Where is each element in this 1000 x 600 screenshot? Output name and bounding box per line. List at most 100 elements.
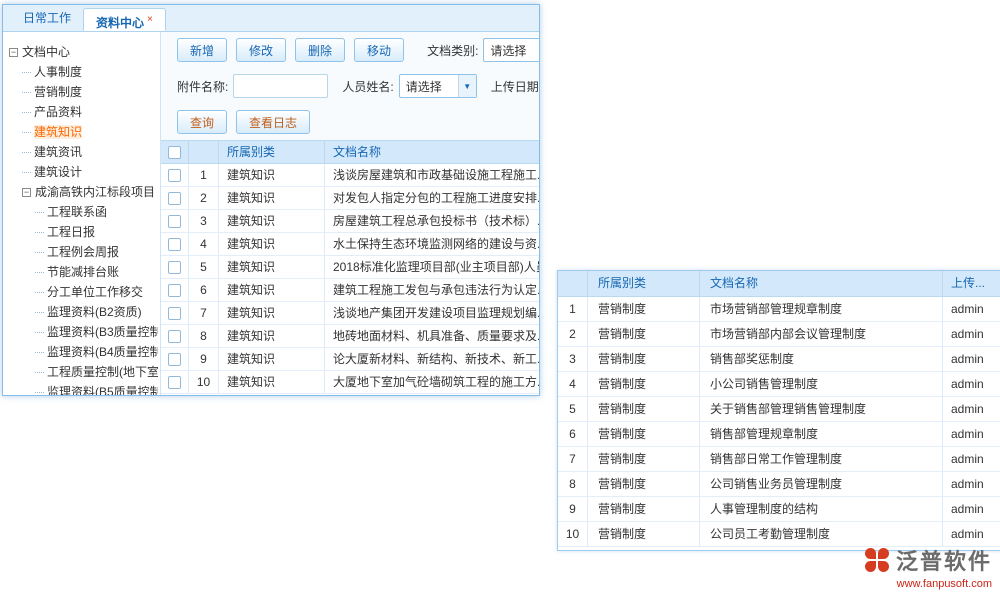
view-log-button[interactable]: 查看日志 (236, 110, 310, 134)
row-docname: 房屋建筑工程总承包投标书（技术标）... (325, 210, 539, 232)
brand-url[interactable]: www.fanpusoft.com (864, 578, 992, 590)
collapse-icon[interactable]: − (9, 48, 18, 57)
row-number: 4 (558, 372, 588, 396)
close-icon[interactable]: × (147, 14, 153, 25)
checkbox-icon (168, 169, 181, 182)
add-button[interactable]: 新增 (177, 38, 227, 62)
attachment-name-input[interactable] (233, 74, 328, 98)
table-row[interactable]: 2 营销制度 市场营销部内部会议管理制度 admin (558, 322, 1000, 347)
row-number: 5 (189, 256, 219, 278)
row-docname: 地砖地面材料、机具准备、质量要求及... (325, 325, 539, 347)
tree-label: 工程质量控制(地下室) (47, 365, 158, 379)
row-category: 建筑知识 (219, 187, 325, 209)
tree-label: 营销制度 (34, 85, 82, 99)
tree-item[interactable]: 工程联系函 (9, 202, 158, 222)
tab-daily-work[interactable]: 日常工作 (11, 8, 83, 31)
query-button[interactable]: 查询 (177, 110, 227, 134)
tree-node-project[interactable]: −成渝高铁内江标段项目 (9, 182, 158, 202)
row-docname: 关于销售部管理销售管理制度 (700, 397, 943, 421)
row-checkbox[interactable] (161, 348, 189, 370)
table-row[interactable]: 6 营销制度 销售部管理规章制度 admin (558, 422, 1000, 447)
row-number: 8 (189, 325, 219, 347)
upload-date-label: 上传日期: (491, 78, 539, 95)
row-number: 8 (558, 472, 588, 496)
row-checkbox[interactable] (161, 302, 189, 324)
row-number: 10 (189, 371, 219, 393)
table-row[interactable]: 7 建筑知识 浅谈地产集团开发建设项目监理规划编... (161, 302, 539, 325)
tree-item[interactable]: 节能减排台账 (9, 262, 158, 282)
select-value: 请选择 (406, 78, 442, 95)
tree-item-construction-design[interactable]: 建筑设计 (9, 162, 158, 182)
row-checkbox[interactable] (161, 164, 189, 186)
tree-item-construction-news[interactable]: 建筑资讯 (9, 142, 158, 162)
table-row[interactable]: 7 营销制度 销售部日常工作管理制度 admin (558, 447, 1000, 472)
tree-item[interactable]: 监理资料(B4质量控制) (9, 342, 158, 362)
row-uploader: admin (943, 497, 1000, 521)
row-checkbox[interactable] (161, 187, 189, 209)
tree-item-hr[interactable]: 人事制度 (9, 62, 158, 82)
tree-item[interactable]: 工程日报 (9, 222, 158, 242)
select-all-checkbox[interactable] (161, 141, 189, 163)
table-row[interactable]: 6 建筑知识 建筑工程施工发包与承包违法行为认定... (161, 279, 539, 302)
row-docname: 公司销售业务员管理制度 (700, 472, 943, 496)
tree-item-product[interactable]: 产品资料 (9, 102, 158, 122)
checkbox-icon (168, 215, 181, 228)
table-row[interactable]: 1 营销制度 市场营销部管理规章制度 admin (558, 297, 1000, 322)
tree-item[interactable]: 监理资料(B3质量控制) (9, 322, 158, 342)
move-button[interactable]: 移动 (354, 38, 404, 62)
table-row[interactable]: 4 建筑知识 水土保持生态环境监测网络的建设与资... (161, 233, 539, 256)
tree-label: 监理资料(B4质量控制) (47, 345, 158, 359)
table-row[interactable]: 8 营销制度 公司销售业务员管理制度 admin (558, 472, 1000, 497)
row-category: 建筑知识 (219, 210, 325, 232)
table-row[interactable]: 9 建筑知识 论大厦新材料、新结构、新技术、新工... (161, 348, 539, 371)
tree-item-construction-knowledge[interactable]: 建筑知识 (9, 122, 158, 142)
row-docname: 论大厦新材料、新结构、新技术、新工... (325, 348, 539, 370)
table-row[interactable]: 10 建筑知识 大厦地下室加气砼墙砌筑工程的施工方... (161, 371, 539, 394)
delete-button[interactable]: 删除 (295, 38, 345, 62)
row-number: 9 (558, 497, 588, 521)
row-checkbox[interactable] (161, 210, 189, 232)
row-docname: 销售部管理规章制度 (700, 422, 943, 446)
row-checkbox[interactable] (161, 325, 189, 347)
row-docname: 2018标准化监理项目部(业主项目部)人员... (325, 256, 539, 278)
row-category: 营销制度 (588, 397, 700, 421)
table-row[interactable]: 3 建筑知识 房屋建筑工程总承包投标书（技术标）... (161, 210, 539, 233)
row-checkbox[interactable] (161, 233, 189, 255)
tree-item[interactable]: 监理资料(B2资质) (9, 302, 158, 322)
tree-label: 建筑资讯 (34, 145, 82, 159)
tree-item[interactable]: 监理资料(B5质量控制) (9, 382, 158, 395)
tab-data-center[interactable]: 资料中心× (83, 8, 166, 31)
tree-item-marketing[interactable]: 营销制度 (9, 82, 158, 102)
select-value: 请选择 (490, 42, 526, 59)
tree-item[interactable]: 工程质量控制(地下室) (9, 362, 158, 382)
tab-bar: 日常工作 资料中心× (3, 5, 539, 32)
row-number: 9 (189, 348, 219, 370)
table-row[interactable]: 5 营销制度 关于销售部管理销售管理制度 admin (558, 397, 1000, 422)
doc-category-select[interactable]: 请选择 ▼ (483, 38, 539, 62)
table-row[interactable]: 4 营销制度 小公司销售管理制度 admin (558, 372, 1000, 397)
checkbox-icon (168, 330, 181, 343)
table-row[interactable]: 1 建筑知识 浅谈房屋建筑和市政基础设施工程施工... (161, 164, 539, 187)
person-name-select[interactable]: 请选择 ▼ (399, 74, 477, 98)
row-number: 7 (558, 447, 588, 471)
collapse-icon[interactable]: − (22, 188, 31, 197)
row-category: 营销制度 (588, 422, 700, 446)
table-row[interactable]: 3 营销制度 销售部奖惩制度 admin (558, 347, 1000, 372)
row-docname: 销售部日常工作管理制度 (700, 447, 943, 471)
tree-node-document-center[interactable]: −文档中心 (9, 42, 158, 62)
tree-item[interactable]: 分工单位工作移交 (9, 282, 158, 302)
row-checkbox[interactable] (161, 256, 189, 278)
row-checkbox[interactable] (161, 371, 189, 393)
table-row[interactable]: 5 建筑知识 2018标准化监理项目部(业主项目部)人员... (161, 256, 539, 279)
tree-item[interactable]: 工程例会周报 (9, 242, 158, 262)
row-uploader: admin (943, 297, 1000, 321)
table-row[interactable]: 9 营销制度 人事管理制度的结构 admin (558, 497, 1000, 522)
column-header-category: 所属别类 (219, 141, 325, 163)
person-name-label: 人员姓名: (342, 78, 393, 95)
table-row[interactable]: 8 建筑知识 地砖地面材料、机具准备、质量要求及... (161, 325, 539, 348)
column-header-category: 所属别类 (588, 271, 700, 296)
table-row[interactable]: 2 建筑知识 对发包人指定分包的工程施工进度安排... (161, 187, 539, 210)
checkbox-icon (168, 284, 181, 297)
modify-button[interactable]: 修改 (236, 38, 286, 62)
row-checkbox[interactable] (161, 279, 189, 301)
